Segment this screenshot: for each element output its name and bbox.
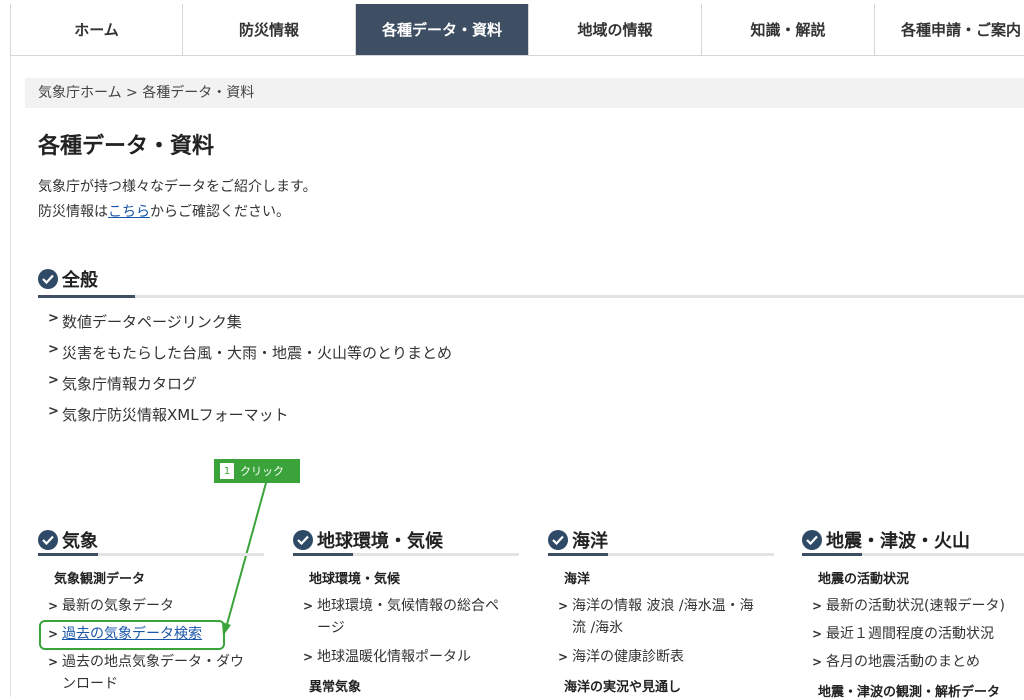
section-title: 地震・津波・火山 xyxy=(826,531,970,552)
chevron-right-icon: > xyxy=(812,627,823,641)
section-rule-weather xyxy=(38,553,264,556)
section-rule-climate xyxy=(293,553,519,556)
chevron-right-icon: > xyxy=(303,650,314,664)
list-item-continuation[interactable]: ンロード xyxy=(48,673,268,695)
list-item-label: 地球環境・気候情報の総合ペ xyxy=(317,598,499,614)
check-circle-icon xyxy=(548,530,568,550)
section-heading-climate: 地球環境・気候 xyxy=(293,527,443,553)
check-circle-icon xyxy=(38,530,58,550)
chevron-right-icon: > xyxy=(558,599,569,613)
list-item-label: 最新の気象データ xyxy=(62,598,174,614)
list-item-label: ンロード xyxy=(62,676,118,692)
subheading-abnormal-weather: 異常気象 xyxy=(309,680,362,695)
subheading-seismic-activity: 地震の活動状況 xyxy=(818,572,910,587)
section-title: 海洋 xyxy=(572,531,608,552)
list-item-label: 各月の地震活動のまとめ xyxy=(826,654,980,670)
chevron-right-icon: > xyxy=(303,599,314,613)
list-item-label: 最近１週間程度の活動状況 xyxy=(826,626,994,642)
subheading-ocean-conditions: 海洋の実況や見通し xyxy=(564,680,682,695)
chevron-right-icon: > xyxy=(48,655,59,669)
list-item-label: 海洋の健康診断表 xyxy=(572,649,684,665)
section-title: 気象 xyxy=(62,531,98,552)
climate-link-list: > 地球環境・気候情報の総合ペ ージ > 地球温暖化情報ポータル xyxy=(303,595,518,668)
section-title: 地球環境・気候 xyxy=(317,531,443,552)
list-item[interactable]: > 海洋の健康診断表 xyxy=(558,646,773,668)
subheading-earthquake-tsunami-data: 地震・津波の観測・解析データ xyxy=(818,685,1001,700)
list-item[interactable]: > 最近１週間程度の活動状況 xyxy=(812,623,1024,645)
earthquake-link-list: > 最新の活動状況(速報データ) > 最近１週間程度の活動状況 > 各月の地震活動のま… xyxy=(812,595,1024,673)
click-highlight-box xyxy=(39,620,225,650)
section-heading-earthquake: 地震・津波・火山 xyxy=(802,527,970,553)
subheading-observation-data: 気象観測データ xyxy=(54,572,146,587)
list-item-label: 流 /海氷 xyxy=(572,620,624,636)
chevron-right-icon: > xyxy=(558,650,569,664)
list-item-label: 海洋の情報 波浪 /海水温・海 xyxy=(572,598,754,614)
list-item[interactable]: > 海洋の情報 波浪 /海水温・海 xyxy=(558,595,773,617)
annotation-arrow xyxy=(222,482,267,636)
list-item-label: ージ xyxy=(317,620,345,636)
section-rule-ocean xyxy=(548,553,774,556)
list-item[interactable]: > 過去の地点気象データ・ダウ xyxy=(48,651,268,673)
list-item[interactable]: > 最新の気象データ xyxy=(48,595,268,617)
list-item[interactable]: > 地球環境・気候情報の総合ペ xyxy=(303,595,518,617)
list-item[interactable]: > 最新の活動状況(速報データ) xyxy=(812,595,1024,617)
chevron-right-icon: > xyxy=(812,655,823,669)
list-item[interactable]: > 各月の地震活動のまとめ xyxy=(812,651,1024,673)
list-item-label: 過去の地点気象データ・ダウ xyxy=(62,654,244,670)
subheading-ocean: 海洋 xyxy=(564,572,591,587)
list-item[interactable]: > 地球温暖化情報ポータル xyxy=(303,646,518,668)
check-circle-icon xyxy=(293,530,313,550)
section-heading-ocean: 海洋 xyxy=(548,527,608,553)
subheading-climate: 地球環境・気候 xyxy=(309,572,401,587)
chevron-right-icon: > xyxy=(812,599,823,613)
chevron-right-icon: > xyxy=(48,599,59,613)
check-circle-icon xyxy=(802,530,822,550)
list-item-label: 地球温暖化情報ポータル xyxy=(317,649,471,665)
list-item-label: 最新の活動状況(速報データ) xyxy=(826,598,1005,614)
section-heading-weather: 気象 xyxy=(38,527,98,553)
section-rule-earthquake xyxy=(802,553,1024,556)
list-item-continuation[interactable]: ージ xyxy=(303,617,518,639)
ocean-link-list: > 海洋の情報 波浪 /海水温・海 流 /海氷 > 海洋の健康診断表 xyxy=(558,595,773,668)
list-item-continuation[interactable]: 流 /海氷 xyxy=(558,617,773,639)
